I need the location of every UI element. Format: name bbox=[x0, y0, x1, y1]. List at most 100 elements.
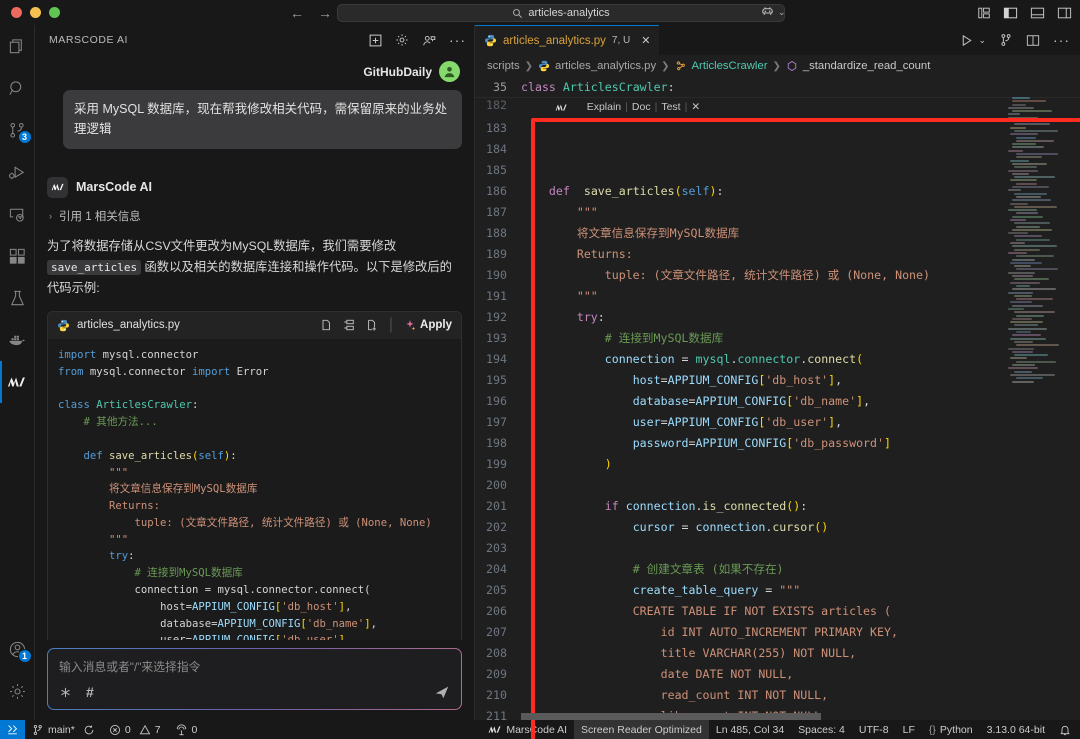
send-icon[interactable] bbox=[434, 684, 450, 700]
code-line[interactable]: read_count INT NOT NULL, bbox=[521, 685, 1004, 706]
chevron-down-icon[interactable]: ⌄ bbox=[778, 7, 786, 18]
code-line[interactable]: Returns: bbox=[521, 244, 1004, 265]
code-line[interactable] bbox=[521, 475, 1004, 496]
marscode-status[interactable]: MarsCode AI bbox=[481, 720, 574, 739]
code-line[interactable]: 将文章信息保存到MySQL数据库 bbox=[521, 223, 1004, 244]
breadcrumb-item-method[interactable]: _standardize_read_count bbox=[803, 60, 931, 72]
gear-icon[interactable] bbox=[395, 33, 409, 47]
code-line[interactable]: password=APPIUM_CONFIG['db_password'] bbox=[521, 433, 1004, 454]
sidebar-item-remote-explorer[interactable] bbox=[0, 193, 35, 235]
copy-icon[interactable] bbox=[320, 319, 332, 331]
chat-message-list[interactable]: GitHubDaily 采用 MySQL 数据库，现在帮我修改相关代码，需保留原… bbox=[35, 55, 474, 640]
sidebar-item-explorer[interactable] bbox=[0, 25, 35, 67]
notifications-status[interactable] bbox=[1052, 720, 1080, 739]
source-control-branch-icon[interactable] bbox=[999, 33, 1013, 47]
new-chat-icon[interactable] bbox=[369, 34, 382, 47]
history-icon[interactable] bbox=[422, 34, 436, 47]
interpreter-status[interactable]: 3.13.0 64-bit bbox=[980, 720, 1052, 739]
code-content[interactable]: Explain | Doc | Test | ✕ def save_articl… bbox=[521, 97, 1004, 720]
remote-indicator-group[interactable]: ⌄ bbox=[760, 0, 786, 25]
code-line[interactable]: title VARCHAR(255) NOT NULL, bbox=[521, 643, 1004, 664]
code-line[interactable]: if connection.is_connected(): bbox=[521, 496, 1004, 517]
breadcrumb-item-file[interactable]: articles_analytics.py bbox=[555, 60, 656, 72]
more-actions-icon[interactable]: ··· bbox=[449, 33, 466, 47]
sync-icon[interactable] bbox=[83, 724, 95, 736]
eol-status[interactable]: LF bbox=[896, 720, 922, 739]
language-status[interactable]: {} Python bbox=[922, 720, 980, 739]
code-line[interactable]: """ bbox=[521, 202, 1004, 223]
code-line[interactable]: """ bbox=[521, 286, 1004, 307]
code-area[interactable]: 183 184 185 186 187 188 189 190 191 192 193 194 195 1… bbox=[475, 97, 1080, 720]
codelens-close[interactable]: ✕ bbox=[691, 97, 700, 118]
codelens-test[interactable]: Test bbox=[661, 97, 680, 118]
sticky-scroll-line[interactable]: 35 class ArticlesCrawler: bbox=[475, 77, 1080, 97]
code-line[interactable]: id INT AUTO_INCREMENT PRIMARY KEY, bbox=[521, 622, 1004, 643]
ports-status[interactable]: 0 bbox=[168, 720, 205, 739]
close-icon[interactable]: ✕ bbox=[641, 34, 650, 47]
toggle-panel-icon[interactable] bbox=[1030, 6, 1045, 20]
problems-status[interactable]: 0 7 bbox=[102, 720, 168, 739]
code-line[interactable]: CREATE TABLE IF NOT EXISTS articles ( bbox=[521, 601, 1004, 622]
minimap[interactable] bbox=[1004, 97, 1080, 720]
sidebar-item-run-and-debug[interactable] bbox=[0, 151, 35, 193]
insert-at-cursor-icon[interactable] bbox=[343, 319, 355, 331]
split-editor-icon[interactable] bbox=[1026, 34, 1040, 47]
remote-explorer-icon[interactable] bbox=[760, 5, 775, 20]
sidebar-item-extensions[interactable] bbox=[0, 235, 35, 277]
model-picker-icon[interactable] bbox=[59, 686, 72, 699]
toggle-primary-sidebar-icon[interactable] bbox=[1003, 6, 1018, 20]
sidebar-item-marscode-ai[interactable] bbox=[0, 361, 35, 403]
more-actions-icon[interactable]: ··· bbox=[1053, 33, 1070, 47]
sidebar-item-testing[interactable] bbox=[0, 277, 35, 319]
code-line[interactable] bbox=[521, 538, 1004, 559]
minimap-line bbox=[1008, 169, 1038, 172]
close-window-button[interactable] bbox=[11, 7, 22, 18]
code-line: try: bbox=[109, 550, 135, 563]
run-chevron-icon[interactable]: ⌄ bbox=[978, 35, 986, 46]
toggle-secondary-sidebar-icon[interactable] bbox=[1057, 6, 1072, 20]
sidebar-item-source-control[interactable]: 3 bbox=[0, 109, 35, 151]
horizontal-scrollbar[interactable] bbox=[521, 713, 821, 720]
apply-button[interactable]: Apply bbox=[404, 319, 452, 331]
indentation-status[interactable]: Spaces: 4 bbox=[791, 720, 852, 739]
sidebar-item-manage-settings[interactable] bbox=[0, 670, 35, 712]
sidebar-item-docker[interactable] bbox=[0, 319, 35, 361]
codelens-explain[interactable]: Explain bbox=[587, 97, 621, 118]
code-line[interactable]: cursor = connection.cursor() bbox=[521, 517, 1004, 538]
breadcrumb-item-scripts[interactable]: scripts bbox=[487, 60, 520, 72]
panel-layout-icon[interactable] bbox=[977, 6, 991, 20]
code-line[interactable]: def save_articles(self)​: bbox=[521, 181, 1004, 202]
code-line[interactable]: tuple: (文章文件路径, 统计文件路径) 或 (None, None) bbox=[521, 265, 1004, 286]
window-controls[interactable] bbox=[0, 7, 60, 18]
remote-indicator[interactable] bbox=[0, 720, 25, 739]
code-line[interactable]: create_table_query = """ bbox=[521, 580, 1004, 601]
sidebar-item-search[interactable] bbox=[0, 67, 35, 109]
chat-input-box[interactable]: 输入消息或者"/"来选择指令 # bbox=[47, 648, 462, 710]
git-branch-status[interactable]: main* bbox=[25, 720, 102, 739]
screen-reader-status[interactable]: Screen Reader Optimized bbox=[574, 720, 709, 739]
new-file-icon[interactable] bbox=[366, 319, 378, 331]
code-line[interactable]: host=APPIUM_CONFIG['db_host'], bbox=[521, 370, 1004, 391]
code-line[interactable]: ) bbox=[521, 454, 1004, 475]
sidebar-item-accounts[interactable]: 1 bbox=[0, 628, 35, 670]
minimize-window-button[interactable] bbox=[30, 7, 41, 18]
run-python-icon[interactable] bbox=[960, 34, 973, 47]
editor-tab[interactable]: articles_analytics.py 7, U ✕ bbox=[475, 25, 660, 55]
hash-context-icon[interactable]: # bbox=[86, 684, 94, 700]
encoding-status[interactable]: UTF-8 bbox=[852, 720, 896, 739]
breadcrumb-item-class[interactable]: ArticlesCrawler bbox=[692, 60, 768, 72]
code-line[interactable]: user=APPIUM_CONFIG['db_user'], bbox=[521, 412, 1004, 433]
go-back-icon[interactable]: ← bbox=[290, 6, 304, 20]
code-line[interactable]: try​: bbox=[521, 307, 1004, 328]
code-line[interactable]: connection = mysql.connector.connect( bbox=[521, 349, 1004, 370]
code-line[interactable]: date DATE NOT NULL, bbox=[521, 664, 1004, 685]
go-forward-icon[interactable]: → bbox=[318, 6, 332, 20]
code-line[interactable]: # 连接到MySQL数据库 bbox=[521, 328, 1004, 349]
code-line[interactable]: # 创建文章表 (如果不存在) bbox=[521, 559, 1004, 580]
maximize-window-button[interactable] bbox=[49, 7, 60, 18]
codelens-doc[interactable]: Doc bbox=[632, 97, 651, 118]
cursor-position-status[interactable]: Ln 485, Col 34 bbox=[709, 720, 791, 739]
code-line[interactable]: database=APPIUM_CONFIG['db_name'], bbox=[521, 391, 1004, 412]
command-center[interactable]: articles-analytics bbox=[337, 4, 785, 22]
citation-toggle[interactable]: › 引用 1 相关信息 bbox=[49, 208, 462, 224]
